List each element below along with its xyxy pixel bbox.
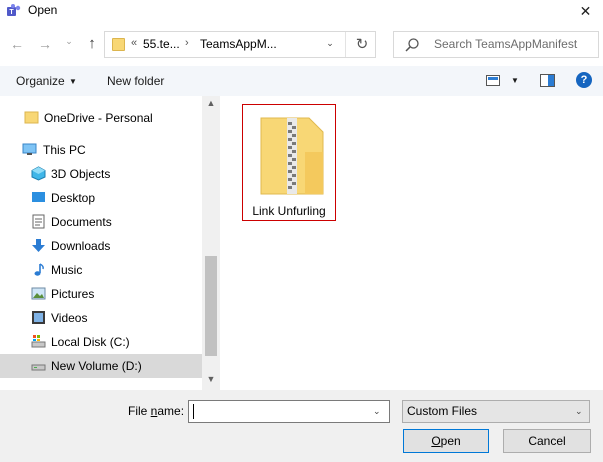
documents-icon bbox=[32, 214, 45, 229]
search-input[interactable]: Search TeamsAppManifest bbox=[393, 31, 599, 58]
sidebar-item-documents[interactable]: Documents bbox=[0, 210, 202, 234]
file-list: Link Unfurling bbox=[220, 96, 603, 390]
up-arrow-icon: ↑ bbox=[88, 35, 96, 52]
up-button[interactable]: ↑ bbox=[84, 35, 100, 53]
title-bar: T Open ✕ bbox=[0, 0, 603, 22]
sidebar-item-label: This PC bbox=[43, 143, 86, 157]
close-icon: ✕ bbox=[579, 3, 592, 19]
file-name: Link Unfurling bbox=[252, 204, 326, 218]
breadcrumb-segment[interactable]: TeamsAppM... bbox=[200, 37, 277, 51]
address-bar[interactable]: « 55.te... › TeamsAppM... ⌄ ↻ bbox=[104, 31, 376, 58]
sidebar-item-label: New Volume (D:) bbox=[51, 359, 142, 373]
downloads-icon bbox=[32, 239, 45, 252]
sidebar-item-label: Local Disk (C:) bbox=[51, 335, 130, 349]
sidebar-item-downloads[interactable]: Downloads bbox=[0, 234, 202, 258]
desktop-icon bbox=[32, 192, 45, 202]
navigation-pane: OneDrive - Personal This PC 3D Objects D… bbox=[0, 96, 220, 390]
search-placeholder: Search TeamsAppManifest bbox=[434, 37, 578, 51]
breadcrumb-separator-icon[interactable]: › bbox=[185, 37, 189, 49]
file-type-select[interactable]: Custom Files ⌄ bbox=[402, 400, 590, 423]
help-icon[interactable]: ? bbox=[576, 72, 592, 88]
breadcrumb-segment[interactable]: 55.te... bbox=[143, 37, 180, 51]
svg-text:T: T bbox=[9, 9, 14, 16]
dialog-footer: File name: ⌄ Custom Files ⌄ Open Cancel bbox=[0, 390, 603, 462]
forward-arrow-icon: → bbox=[38, 36, 52, 52]
chevron-down-icon: ⌄ bbox=[575, 406, 583, 416]
zip-folder-icon bbox=[260, 117, 324, 195]
sidebar-item-this-pc[interactable]: This PC bbox=[0, 138, 202, 162]
file-name-label: File name: bbox=[128, 404, 185, 418]
sidebar-item-3d-objects[interactable]: 3D Objects bbox=[0, 162, 202, 186]
window-title: Open bbox=[28, 3, 58, 17]
sidebar-item-label: 3D Objects bbox=[51, 167, 111, 181]
close-button[interactable]: ✕ bbox=[568, 0, 603, 22]
caret-down-icon[interactable]: ▼ bbox=[511, 76, 519, 85]
caret-down-icon[interactable]: ▼ bbox=[69, 77, 77, 86]
cancel-button[interactable]: Cancel bbox=[503, 429, 591, 453]
videos-icon bbox=[32, 311, 45, 324]
sidebar-item-label: Music bbox=[51, 263, 83, 277]
sidebar-item-music[interactable]: Music bbox=[0, 258, 202, 282]
pictures-icon bbox=[31, 287, 46, 300]
folder-icon bbox=[24, 111, 39, 124]
address-overflow[interactable]: « bbox=[131, 37, 137, 49]
sidebar-item-label: Pictures bbox=[51, 287, 95, 301]
sidebar-item-local-disk[interactable]: Local Disk (C:) bbox=[0, 330, 202, 354]
preview-pane-icon[interactable] bbox=[540, 74, 555, 87]
chevron-down-icon[interactable]: ⌄ bbox=[373, 406, 381, 417]
scroll-thumb[interactable] bbox=[205, 256, 217, 356]
back-arrow-icon: ← bbox=[10, 36, 24, 52]
scroll-down-icon[interactable]: ▼ bbox=[202, 374, 220, 388]
local-disk-icon bbox=[31, 335, 46, 348]
computer-icon bbox=[22, 143, 37, 155]
sidebar-item-label: Documents bbox=[51, 215, 112, 229]
refresh-button[interactable]: ↻ bbox=[353, 35, 371, 53]
sidebar-item-label: Desktop bbox=[51, 191, 96, 205]
organize-button[interactable]: Organize bbox=[16, 74, 65, 88]
text-caret bbox=[193, 404, 194, 419]
file-item[interactable]: Link Unfurling bbox=[242, 104, 336, 221]
new-folder-button[interactable]: New folder bbox=[107, 74, 164, 88]
sidebar-item-label: Downloads bbox=[51, 239, 111, 253]
sidebar-item-desktop[interactable]: Desktop bbox=[0, 186, 202, 210]
teams-icon: T bbox=[7, 4, 21, 16]
sidebar-item-onedrive[interactable]: OneDrive - Personal bbox=[0, 106, 202, 130]
file-type-value: Custom Files bbox=[407, 404, 478, 418]
sidebar-item-videos[interactable]: Videos bbox=[0, 306, 202, 330]
search-icon bbox=[405, 38, 419, 52]
scroll-up-icon[interactable]: ▲ bbox=[202, 98, 220, 112]
change-view-icon[interactable] bbox=[486, 75, 500, 86]
recent-locations-button[interactable]: ⌄ bbox=[63, 36, 75, 54]
sidebar-item-pictures[interactable]: Pictures bbox=[0, 282, 202, 306]
command-bar: Organize ▼ New folder ▼ ? bbox=[0, 66, 603, 96]
back-button[interactable]: ← bbox=[8, 36, 26, 54]
music-icon bbox=[34, 263, 44, 276]
divider bbox=[345, 32, 346, 57]
forward-button[interactable]: → bbox=[36, 36, 54, 54]
3d-objects-icon bbox=[31, 166, 46, 181]
chevron-down-icon: ⌄ bbox=[65, 36, 73, 46]
file-name-input[interactable]: ⌄ bbox=[188, 400, 390, 423]
sidebar-item-label: Videos bbox=[51, 311, 88, 325]
nav-scrollbar[interactable]: ▲ ▼ bbox=[202, 96, 220, 390]
folder-icon bbox=[112, 38, 125, 51]
address-dropdown-icon[interactable]: ⌄ bbox=[324, 38, 336, 49]
open-button[interactable]: Open bbox=[403, 429, 489, 453]
sidebar-item-label: OneDrive - Personal bbox=[44, 111, 153, 125]
sidebar-item-new-volume[interactable]: New Volume (D:) bbox=[0, 354, 202, 378]
drive-icon bbox=[31, 364, 46, 371]
